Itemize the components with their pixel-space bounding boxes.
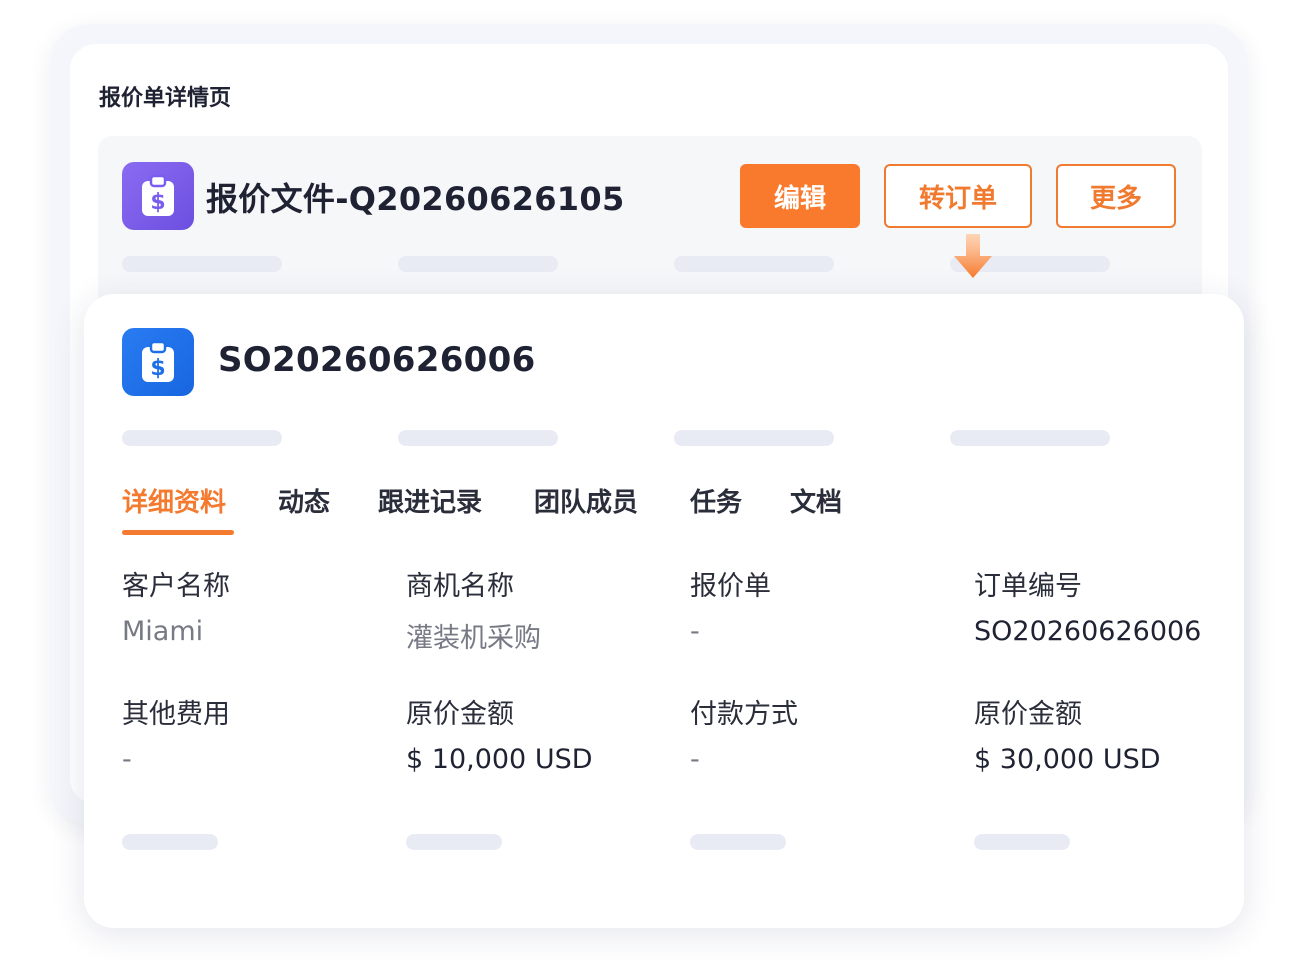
- arrow-down-icon: [954, 234, 992, 278]
- skeleton-line: [122, 430, 282, 446]
- field-value-opportunity: 灌装机采购: [406, 623, 541, 654]
- tab-activity[interactable]: 动态: [278, 482, 330, 519]
- skeleton-line: [690, 834, 786, 850]
- field-value-quote: -: [690, 616, 700, 647]
- field-value-original-amount-2: $ 30,000 USD: [974, 744, 1161, 775]
- clipboard-dollar-icon: $: [122, 328, 194, 396]
- tab-follow-up[interactable]: 跟进记录: [378, 482, 482, 519]
- field-label-order-number: 订单编号: [974, 571, 1082, 602]
- tab-tasks[interactable]: 任务: [690, 482, 742, 519]
- field-label-quote: 报价单: [690, 571, 771, 602]
- skeleton-line: [122, 256, 282, 272]
- clipboard-dollar-icon: $: [122, 162, 194, 230]
- tab-team-members[interactable]: 团队成员: [534, 482, 638, 519]
- field-value-customer: Miami: [122, 616, 204, 647]
- tab-documents[interactable]: 文档: [790, 482, 842, 519]
- quote-title: 报价文件-Q20260626105: [206, 180, 625, 218]
- more-button[interactable]: 更多: [1056, 164, 1176, 228]
- skeleton-line: [974, 834, 1070, 850]
- skeleton-line: [406, 834, 502, 850]
- field-label-other-fees: 其他费用: [122, 699, 230, 730]
- field-label-opportunity: 商机名称: [406, 571, 514, 602]
- skeleton-line: [950, 430, 1110, 446]
- svg-text:$: $: [150, 190, 165, 215]
- order-detail-card: [84, 294, 1244, 928]
- field-label-original-amount-2: 原价金额: [974, 699, 1082, 730]
- skeleton-line: [674, 256, 834, 272]
- tab-details[interactable]: 详细资料: [122, 482, 226, 519]
- skeleton-line: [398, 430, 558, 446]
- page-title: 报价单详情页: [99, 86, 232, 111]
- convert-to-order-button[interactable]: 转订单: [884, 164, 1032, 228]
- svg-text:$: $: [150, 356, 165, 381]
- skeleton-line: [674, 430, 834, 446]
- skeleton-line: [398, 256, 558, 272]
- skeleton-line: [122, 834, 218, 850]
- field-label-payment-method: 付款方式: [690, 699, 798, 730]
- field-value-other-fees: -: [122, 744, 132, 775]
- field-value-original-amount: $ 10,000 USD: [406, 744, 593, 775]
- field-label-customer: 客户名称: [122, 571, 230, 602]
- field-label-original-amount: 原价金额: [406, 699, 514, 730]
- active-tab-indicator: [122, 530, 234, 535]
- order-number-title: SO20260626006: [218, 340, 536, 380]
- edit-button[interactable]: 编辑: [740, 164, 860, 228]
- field-value-order-number: SO20260626006: [974, 616, 1202, 647]
- quote-header-panel: [98, 136, 1202, 316]
- field-value-payment-method: -: [690, 744, 700, 775]
